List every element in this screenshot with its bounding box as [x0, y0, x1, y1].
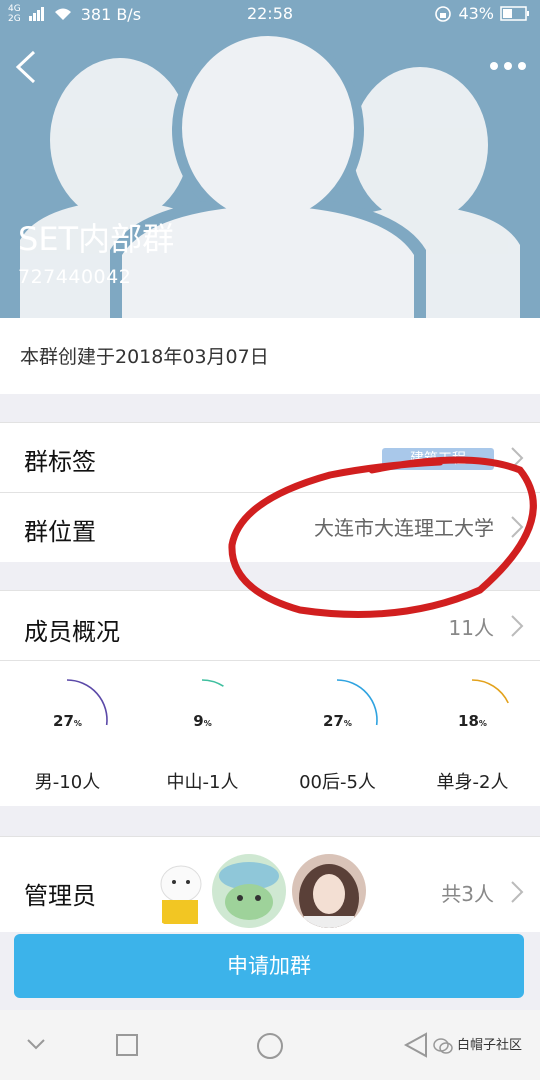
system-nav-bar: 白帽子社区 — [0, 1010, 540, 1080]
clock: 22:58 — [246, 4, 294, 23]
member-stat-label: 00后-5人 — [299, 772, 376, 793]
apply-join-button[interactable]: 申请加群 — [14, 934, 524, 998]
members-section: 成员概况 11人 27% 男-10人 9% 中山-1人 27% 00后-5人 18% 单身-2… — [0, 590, 540, 806]
group-location-value: 大连市大连理工大学 — [314, 516, 494, 540]
group-location-row[interactable]: 群位置 大连市大连理工大学 — [0, 492, 540, 562]
member-stat: 18% 单身-2人 — [405, 668, 540, 802]
chevron-right-icon — [511, 516, 524, 538]
member-stat-arc — [471, 679, 509, 704]
battery-level: 43% — [458, 4, 494, 23]
watermark: 白帽子社区 — [433, 1034, 522, 1054]
group-created-row: 本群创建于2018年03月07日 — [0, 318, 540, 394]
battery-icon — [500, 6, 529, 21]
chevron-down-icon[interactable] — [26, 1038, 46, 1052]
member-stat-label: 单身-2人 — [436, 772, 509, 793]
chevron-right-icon — [511, 881, 524, 903]
back-arrow-icon[interactable] — [12, 50, 42, 84]
group-tag-badge: 建筑工程 — [382, 448, 494, 470]
member-stat-label: 男-10人 — [34, 772, 101, 793]
member-stat-percent: 9% — [193, 712, 212, 730]
member-stat-percent: 27% — [53, 712, 82, 730]
member-stat-percent: 27% — [323, 712, 352, 730]
chevron-right-icon — [511, 447, 524, 469]
group-header: 4G 2G 381 B/s 22:58 43% SET内部群 727440042 — [0, 0, 540, 318]
admins-row[interactable]: 管理员 共3人 — [0, 836, 540, 932]
admins-count: 共3人 — [441, 882, 494, 906]
member-stat: 27% 男-10人 — [0, 668, 135, 802]
admins-label: 管理员 — [24, 882, 96, 910]
status-bar: 4G 2G 381 B/s 22:58 43% — [0, 0, 540, 30]
admin-avatar-1[interactable] — [144, 854, 218, 928]
wechat-icon — [433, 1037, 453, 1054]
member-stat: 9% 中山-1人 — [135, 668, 270, 802]
member-stat: 27% 00后-5人 — [270, 668, 405, 802]
more-options-icon[interactable] — [488, 56, 528, 76]
group-name: SET内部群 — [18, 220, 175, 258]
member-stat-percent: 18% — [458, 712, 487, 730]
group-id: 727440042 — [18, 266, 132, 288]
member-stat-arc — [201, 679, 224, 687]
chevron-right-icon — [511, 615, 524, 637]
group-info-section: 群标签 建筑工程 群位置 大连市大连理工大学 — [0, 422, 540, 562]
members-count: 11人 — [448, 616, 494, 640]
admin-avatar-3[interactable] — [292, 854, 366, 928]
home-icon[interactable] — [256, 1032, 284, 1060]
members-label: 成员概况 — [24, 618, 120, 646]
group-location-label: 群位置 — [24, 518, 96, 546]
member-stat-label: 中山-1人 — [166, 772, 239, 793]
member-stats: 27% 男-10人 9% 中山-1人 27% 00后-5人 18% 单身-2人 — [0, 660, 540, 806]
group-tag-label: 群标签 — [24, 448, 96, 476]
group-tag-row[interactable]: 群标签 建筑工程 — [0, 422, 540, 492]
group-created-text: 本群创建于2018年03月07日 — [20, 346, 269, 368]
members-row[interactable]: 成员概况 11人 — [0, 590, 540, 660]
rotation-lock-icon — [435, 5, 452, 22]
admin-avatar-2[interactable] — [212, 854, 286, 928]
back-triangle-icon[interactable] — [402, 1032, 428, 1058]
recent-apps-icon[interactable] — [116, 1034, 138, 1056]
